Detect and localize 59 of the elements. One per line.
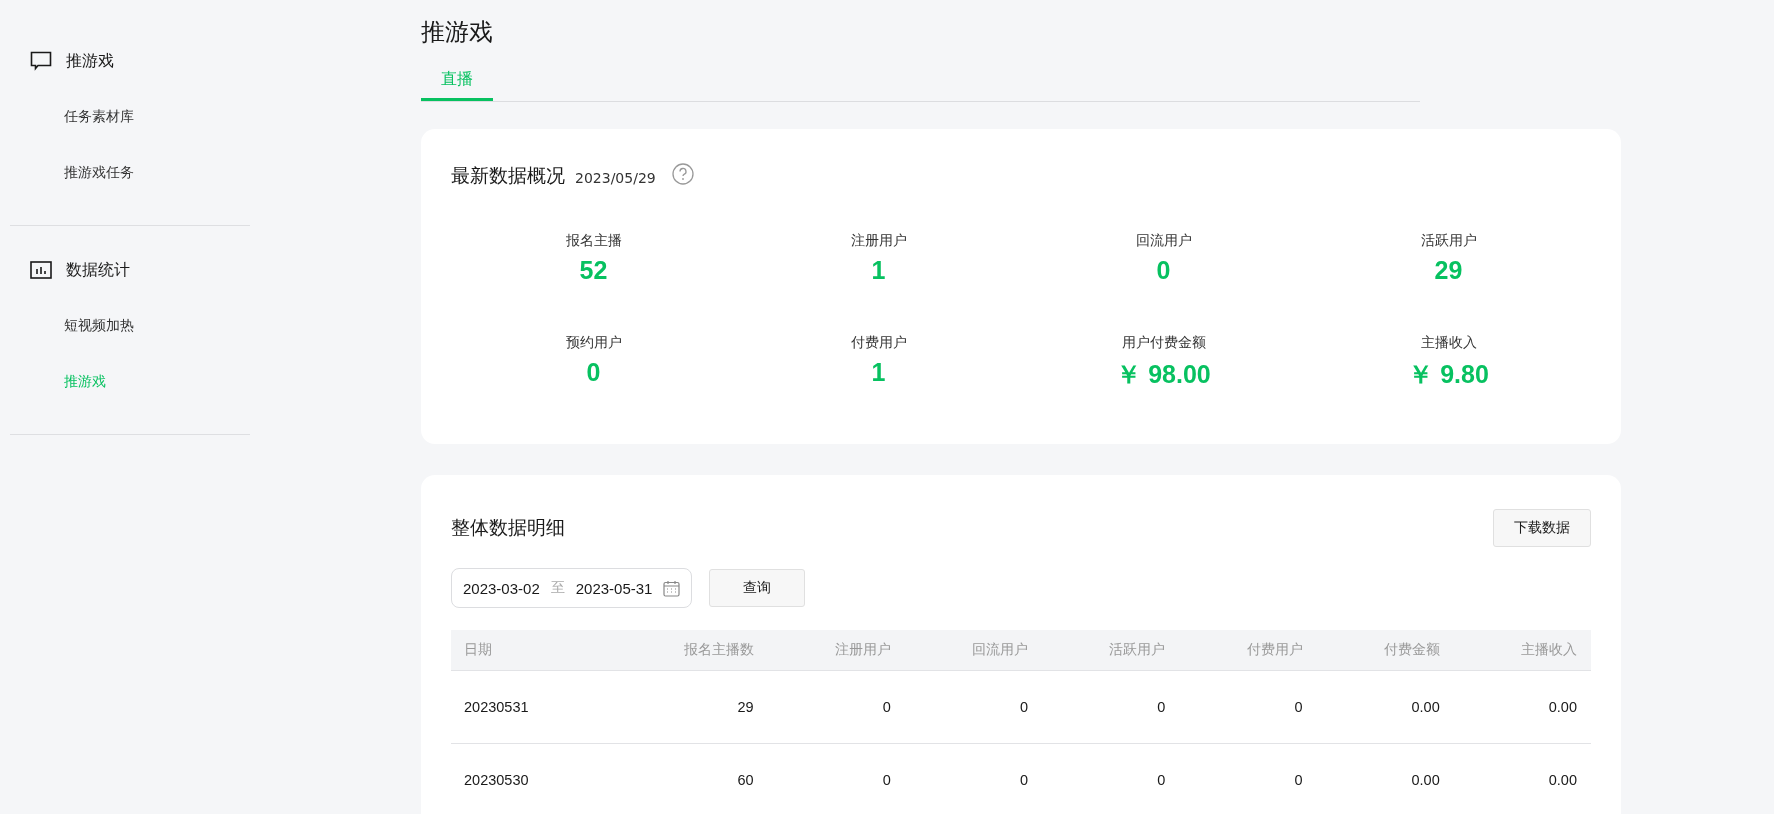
end-date: 2023-05-31	[575, 579, 653, 597]
stat-label: 报名主播	[565, 232, 622, 250]
stat-label: 预约用户	[565, 334, 622, 352]
table-cell: 20230531	[451, 670, 603, 744]
table-cell: 0	[904, 670, 1043, 744]
column-header: 回流用户	[904, 630, 1043, 671]
table-cell: 0	[1042, 670, 1180, 744]
table-cell: 0.00	[1316, 670, 1454, 744]
column-header: 活跃用户	[1042, 630, 1180, 671]
table-cell: 0	[1179, 743, 1317, 814]
download-button[interactable]: 下载数据	[1493, 509, 1591, 547]
table-cell: 0	[1042, 743, 1180, 814]
stat-value: ￥ 98.00	[1116, 359, 1211, 390]
stat-value: 0	[586, 358, 601, 387]
stat-label: 注册用户	[850, 232, 907, 250]
sidebar-item[interactable]: 推游戏任务	[10, 145, 250, 201]
range-separator: 至	[550, 579, 565, 597]
sidebar-item[interactable]: 任务素材库	[10, 89, 250, 145]
calendar-icon	[663, 579, 681, 597]
stat-value: 29	[1434, 256, 1463, 285]
table-cell: 60	[602, 743, 768, 814]
overview-date: 2023/05/29	[575, 170, 656, 186]
sidebar-group-title: 推游戏	[66, 50, 114, 72]
table-cell: 0.00	[1453, 670, 1591, 744]
table-cell: 0	[767, 743, 905, 814]
column-header: 报名主播数	[602, 630, 768, 671]
table-cell: 0.00	[1453, 743, 1591, 814]
query-button[interactable]: 查询	[709, 569, 806, 607]
table-cell: 29	[602, 670, 768, 744]
table-cell: 0	[767, 670, 905, 744]
sidebar-item[interactable]: 短视频加热	[10, 298, 250, 354]
stat-value: 1	[871, 358, 886, 387]
start-date: 2023-03-02	[463, 579, 540, 597]
stat-value: ￥ 9.80	[1408, 359, 1489, 390]
stat-label: 回流用户	[1135, 232, 1192, 250]
stat-label: 活跃用户	[1420, 232, 1477, 250]
column-header: 注册用户	[767, 630, 905, 671]
stat-value: 52	[579, 256, 608, 285]
bar-chart-icon	[30, 261, 52, 279]
column-header: 主播收入	[1453, 630, 1591, 671]
column-header: 付费用户	[1179, 630, 1317, 671]
column-header: 付费金额	[1316, 630, 1454, 671]
table-cell: 0	[1179, 670, 1317, 744]
stat-label: 付费用户	[850, 334, 907, 352]
stat-label: 用户付费金额	[1121, 334, 1206, 352]
stat-value: 0	[1156, 256, 1171, 285]
chat-bubble-icon	[30, 51, 52, 71]
help-icon[interactable]	[671, 163, 694, 185]
date-range-field[interactable]: 2023-03-02 至 2023-05-31	[451, 568, 693, 608]
sidebar-group-title: 数据统计	[66, 259, 130, 281]
table-cell: 20230530	[451, 743, 603, 814]
page-title: 推游戏	[421, 17, 494, 48]
column-header: 日期	[451, 630, 603, 671]
table-cell: 0	[904, 743, 1043, 814]
table-cell: 0.00	[1316, 743, 1454, 814]
card-title: 最新数据概况	[451, 163, 565, 188]
stat-label: 主播收入	[1420, 334, 1477, 352]
stat-value: 1	[871, 256, 886, 285]
card-title: 整体数据明细	[451, 515, 565, 540]
